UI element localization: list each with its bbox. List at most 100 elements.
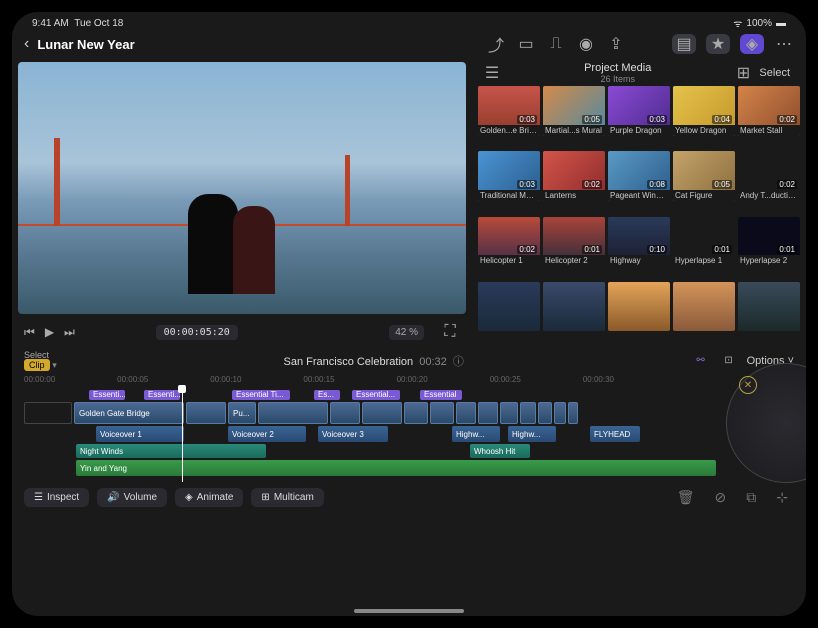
preview-viewer[interactable]	[18, 62, 466, 314]
music-clip[interactable]: Yin and Yang	[76, 460, 716, 476]
media-item[interactable]: 0:02Helicopter 1	[478, 217, 540, 267]
prev-frame-button[interactable]: ⏮	[24, 325, 35, 340]
video-placeholder[interactable]	[24, 402, 72, 424]
more-icon[interactable]: ⋯	[774, 34, 794, 54]
voiceover-clip[interactable]: Highw...	[508, 426, 556, 442]
media-item[interactable]	[478, 282, 540, 332]
media-title: Project Media	[502, 62, 733, 74]
ruler-tick: 00:00:10	[210, 375, 241, 389]
video-clip[interactable]	[478, 402, 498, 424]
trash-icon[interactable]: 🗑	[671, 489, 701, 506]
video-clip[interactable]	[568, 402, 578, 424]
media-item[interactable]: 0:01Hyperlapse 1	[673, 217, 735, 267]
multicam-button[interactable]: ⊞ Multicam	[251, 488, 323, 507]
next-frame-button[interactable]: ⏭	[64, 325, 75, 340]
fullscreen-icon[interactable]: ⛶	[440, 322, 460, 342]
media-item[interactable]: 0:05Martial...s Mural	[543, 86, 605, 136]
info-icon[interactable]: ⓘ	[453, 356, 464, 368]
title-clip[interactable]: Essenti...	[144, 390, 180, 400]
ruler-tick: 00:00:20	[397, 375, 428, 389]
share-icon[interactable]: ⤴	[486, 34, 506, 54]
animate-button[interactable]: ◈ Animate	[175, 488, 243, 507]
video-clip[interactable]	[538, 402, 552, 424]
back-button[interactable]: ‹	[24, 35, 29, 53]
media-browser: ☰ Project Media 26 Items ⊞ Select 0:03Go…	[472, 58, 806, 346]
title-clip[interactable]: Essential...	[352, 390, 400, 400]
media-item[interactable]: 0:03Traditional Mural	[478, 151, 540, 201]
media-item[interactable]	[608, 282, 670, 332]
title-clip[interactable]: Essential	[420, 390, 462, 400]
title-clip[interactable]: Es...	[314, 390, 340, 400]
timeline-ruler[interactable]: 00:00:0000:00:0500:00:1000:00:1500:00:20…	[12, 375, 806, 389]
play-button[interactable]: ▶	[45, 325, 54, 339]
playhead[interactable]	[182, 389, 183, 482]
timecode-display[interactable]: 00:00:05:20	[156, 325, 238, 340]
check-icon[interactable]: ⊘	[709, 489, 733, 506]
video-clip[interactable]	[362, 402, 402, 424]
export-icon[interactable]: ⇪	[606, 34, 626, 54]
shield-icon[interactable]: ◈	[740, 34, 764, 54]
video-clip[interactable]	[520, 402, 536, 424]
media-item[interactable]	[738, 282, 800, 332]
snap-icon[interactable]: ⊡	[719, 351, 739, 371]
video-clip[interactable]	[456, 402, 476, 424]
media-item[interactable]: 0:04Yellow Dragon	[673, 86, 735, 136]
media-item[interactable]	[543, 282, 605, 332]
video-clip[interactable]	[430, 402, 454, 424]
link-icon[interactable]: ⚯	[691, 351, 711, 371]
media-list-icon[interactable]: ☰	[482, 63, 502, 83]
battery-label: 100%	[746, 18, 772, 29]
zoom-display[interactable]: 42 %	[389, 325, 424, 340]
media-select-button[interactable]: Select	[753, 65, 796, 81]
clip-tag[interactable]: Clip	[24, 359, 50, 371]
video-clip[interactable]	[330, 402, 360, 424]
media-item[interactable]: 0:02Market Stall	[738, 86, 800, 136]
video-clip[interactable]: Pu...	[228, 402, 256, 424]
media-item[interactable]: 0:02Lanterns	[543, 151, 605, 201]
copy-icon[interactable]: ⧉	[740, 489, 762, 506]
video-clip[interactable]	[404, 402, 428, 424]
media-item[interactable]: 0:05Cat Figure	[673, 151, 735, 201]
home-indicator[interactable]	[354, 609, 464, 613]
audio-clip[interactable]: Night Winds	[76, 444, 266, 458]
app-header: ‹ Lunar New Year ⤴ ▭ ⎍ ◉ ⇪ ▤ ★ ◈ ⋯	[12, 30, 806, 58]
media-item[interactable]: 0:01Hyperlapse 2	[738, 217, 800, 267]
audio-clip[interactable]: Whoosh Hit	[470, 444, 530, 458]
video-clip[interactable]: Golden Gate Bridge	[74, 402, 184, 424]
media-item[interactable]: 0:03Golden...e Bridge	[478, 86, 540, 136]
ruler-tick: 00:00:00	[24, 375, 55, 389]
volume-button[interactable]: 🔊 Volume	[97, 488, 167, 507]
voiceover-clip[interactable]: Voiceover 2	[228, 426, 306, 442]
media-item[interactable]: 0:10Highway	[608, 217, 670, 267]
viewer-panel: ⏮ ▶ ⏭ 00:00:05:20 42 % ⛶	[12, 58, 472, 346]
video-clip[interactable]	[258, 402, 328, 424]
photo-library-icon[interactable]: ▤	[672, 34, 696, 54]
video-clip[interactable]	[554, 402, 566, 424]
media-grid: 0:03Golden...e Bridge0:05Martial...s Mur…	[478, 86, 800, 344]
timeline-area: Select Clip ▾ San Francisco Celebration …	[12, 346, 806, 513]
video-clip[interactable]	[500, 402, 518, 424]
voiceover-clip[interactable]: Highw...	[452, 426, 500, 442]
split-icon[interactable]: ⊹	[770, 489, 794, 506]
media-grid-icon[interactable]: ⊞	[733, 63, 753, 83]
media-item[interactable]: 0:01Helicopter 2	[543, 217, 605, 267]
jog-close-button[interactable]: ✕	[739, 376, 757, 394]
media-item[interactable]: 0:03Purple Dragon	[608, 86, 670, 136]
record-icon[interactable]: ◉	[576, 34, 596, 54]
inspect-button[interactable]: ☰ Inspect	[24, 488, 89, 507]
favorites-icon[interactable]: ★	[706, 34, 730, 54]
ruler-tick: 00:00:30	[583, 375, 614, 389]
title-clip[interactable]: Essenti...	[89, 390, 125, 400]
voiceover-clip[interactable]: FLYHEAD	[590, 426, 640, 442]
media-item[interactable]: 0:08Pageant Winners	[608, 151, 670, 201]
mic-icon[interactable]: ⎍	[546, 34, 566, 54]
voiceover-track: Voiceover 1 Voiceover 2 Voiceover 3 Highw..…	[24, 426, 794, 442]
media-item[interactable]: 0:02Andy T...ductions	[738, 151, 800, 201]
camera-icon[interactable]: ▭	[516, 34, 536, 54]
voiceover-clip[interactable]: Voiceover 3	[318, 426, 388, 442]
video-clip[interactable]	[186, 402, 226, 424]
title-clip[interactable]: Essential Ti...	[232, 390, 290, 400]
timeline-tracks[interactable]: Essenti... Essenti... Essential Ti... Es...…	[12, 389, 806, 482]
media-item[interactable]	[673, 282, 735, 332]
voiceover-clip[interactable]: Voiceover 1	[96, 426, 184, 442]
